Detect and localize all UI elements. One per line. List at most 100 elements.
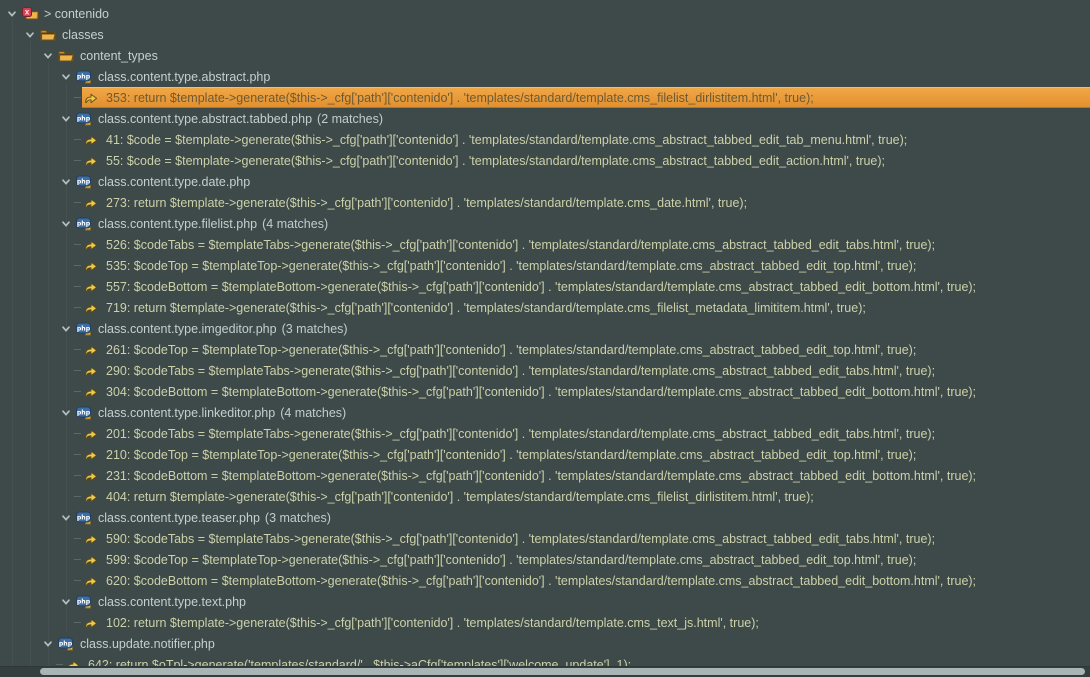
search-result-row[interactable]: 557: $codeBottom = $templateBottom->gene… [0, 276, 1090, 297]
search-result-row[interactable]: 404: return $template->generate($this->_… [0, 486, 1090, 507]
tree-node-file[interactable]: phpclass.content.type.linkeditor.php(4 m… [0, 402, 1090, 423]
row-content: phpclass.content.type.text.php [74, 591, 1090, 612]
search-result-row[interactable]: 41: $code = $template->generate($this->_… [0, 129, 1090, 150]
svg-text:php: php [77, 598, 91, 605]
tree-branch-line [74, 265, 81, 266]
match-line-text: 273: return $template->generate($this->_… [106, 196, 747, 210]
row-content: 201: $codeTabs = $templateTabs->generate… [82, 423, 1090, 444]
indent-spacer [0, 465, 74, 486]
indent-spacer [0, 129, 74, 150]
php-file-icon: php [76, 70, 93, 84]
match-arrow-icon [84, 197, 101, 209]
row-content: 231: $codeBottom = $templateBottom->gene… [82, 465, 1090, 486]
chevron-down-icon[interactable] [58, 219, 74, 229]
chevron-down-icon[interactable] [40, 51, 56, 61]
tree-branch-line [74, 244, 81, 245]
chevron-down-icon[interactable] [58, 72, 74, 82]
tree-node-root[interactable]: x > contenido [0, 3, 1090, 24]
indent-spacer [0, 381, 74, 402]
folder-icon [40, 28, 57, 41]
indent-spacer [0, 570, 74, 591]
row-content: phpclass.content.type.linkeditor.php(4 m… [74, 402, 1090, 423]
indent-spacer [0, 297, 74, 318]
row-content: 55: $code = $template->generate($this->_… [82, 150, 1090, 171]
indent-spacer [0, 108, 58, 129]
svg-text:php: php [77, 220, 91, 227]
search-result-row[interactable]: 526: $codeTabs = $templateTabs->generate… [0, 234, 1090, 255]
row-content: phpclass.content.type.abstract.php [74, 66, 1090, 87]
match-line-text: 719: return $template->generate($this->_… [106, 301, 866, 315]
indent-spacer [0, 549, 74, 570]
indent-spacer [0, 276, 74, 297]
indent-spacer [0, 255, 74, 276]
tree-node-file[interactable]: phpclass.content.type.text.php [0, 591, 1090, 612]
search-result-row[interactable]: 290: $codeTabs = $templateTabs->generate… [0, 360, 1090, 381]
tree-node-file[interactable]: phpclass.content.type.filelist.php(4 mat… [0, 213, 1090, 234]
search-result-row[interactable]: 231: $codeBottom = $templateBottom->gene… [0, 465, 1090, 486]
search-result-row[interactable]: 304: $codeBottom = $templateBottom->gene… [0, 381, 1090, 402]
indent-spacer [0, 234, 74, 255]
horizontal-scrollbar-thumb[interactable] [40, 668, 1085, 675]
tree-branch-line [74, 622, 81, 623]
chevron-down-icon[interactable] [58, 513, 74, 523]
chevron-down-icon[interactable] [58, 114, 74, 124]
node-label: class.content.type.filelist.php [98, 217, 257, 231]
tree-node-file[interactable]: phpclass.content.type.date.php [0, 171, 1090, 192]
tree-branch-line [56, 664, 63, 665]
chevron-down-icon[interactable] [58, 324, 74, 334]
tree-node-file[interactable]: phpclass.content.type.imgeditor.php(3 ma… [0, 318, 1090, 339]
search-scope-icon: x [22, 7, 39, 20]
chevron-down-icon[interactable] [4, 9, 20, 19]
indent-spacer [0, 339, 74, 360]
match-line-text: 41: $code = $template->generate($this->_… [106, 133, 907, 147]
svg-text:php: php [59, 640, 73, 647]
indent-spacer [0, 360, 74, 381]
match-arrow-icon [84, 281, 101, 293]
horizontal-scrollbar[interactable] [0, 666, 1090, 677]
search-result-row[interactable]: 719: return $template->generate($this->_… [0, 297, 1090, 318]
indent-spacer [0, 507, 58, 528]
search-result-row[interactable]: 55: $code = $template->generate($this->_… [0, 150, 1090, 171]
search-result-row[interactable]: 590: $codeTabs = $templateTabs->generate… [0, 528, 1090, 549]
search-result-row[interactable]: 599: $codeTop = $templateTop->generate($… [0, 549, 1090, 570]
tree-node-file[interactable]: phpclass.content.type.abstract.tabbed.ph… [0, 108, 1090, 129]
row-content: phpclass.content.type.teaser.php(3 match… [74, 507, 1090, 528]
svg-text:x: x [25, 8, 30, 17]
indent-spacer [0, 66, 58, 87]
tree-node-file[interactable]: phpclass.content.type.abstract.php [0, 66, 1090, 87]
search-result-row[interactable]: 273: return $template->generate($this->_… [0, 192, 1090, 213]
row-content: 535: $codeTop = $templateTop->generate($… [82, 255, 1090, 276]
search-result-row[interactable]: 102: return $template->generate($this->_… [0, 612, 1090, 633]
search-result-row[interactable]: 620: $codeBottom = $templateBottom->gene… [0, 570, 1090, 591]
search-result-row[interactable]: 535: $codeTop = $templateTop->generate($… [0, 255, 1090, 276]
row-content: 41: $code = $template->generate($this->_… [82, 129, 1090, 150]
chevron-down-icon[interactable] [58, 177, 74, 187]
tree-node-folder[interactable]: content_types [0, 45, 1090, 66]
row-content: content_types [56, 45, 1090, 66]
search-result-row[interactable]: 353: return $template->generate($this->_… [0, 87, 1090, 108]
tree-branch-line [74, 97, 81, 98]
row-content: 353: return $template->generate($this->_… [82, 87, 1090, 108]
search-result-row[interactable]: 210: $codeTop = $templateTop->generate($… [0, 444, 1090, 465]
search-result-row[interactable]: 261: $codeTop = $templateTop->generate($… [0, 339, 1090, 360]
tree-node-file[interactable]: phpclass.content.type.teaser.php(3 match… [0, 507, 1090, 528]
chevron-down-icon[interactable] [58, 597, 74, 607]
row-content: phpclass.content.type.filelist.php(4 mat… [74, 213, 1090, 234]
match-line-text: 599: $codeTop = $templateTop->generate($… [106, 553, 916, 567]
node-label: > contenido [44, 7, 109, 21]
chevron-down-icon[interactable] [22, 30, 38, 40]
row-content: phpclass.update.notifier.php [56, 633, 1090, 654]
tree-node-folder[interactable]: classes [0, 24, 1090, 45]
php-file-icon: php [76, 322, 93, 336]
chevron-down-icon[interactable] [58, 408, 74, 418]
chevron-down-icon[interactable] [40, 639, 56, 649]
match-count-badge: (3 matches) [282, 322, 348, 336]
svg-text:php: php [77, 178, 91, 185]
match-count-badge: (2 matches) [317, 112, 383, 126]
row-content: 557: $codeBottom = $templateBottom->gene… [82, 276, 1090, 297]
php-file-icon: php [76, 595, 93, 609]
search-result-row[interactable]: 201: $codeTabs = $templateTabs->generate… [0, 423, 1090, 444]
tree-node-file[interactable]: phpclass.update.notifier.php [0, 633, 1090, 654]
match-line-text: 201: $codeTabs = $templateTabs->generate… [106, 427, 935, 441]
row-content: 261: $codeTop = $templateTop->generate($… [82, 339, 1090, 360]
